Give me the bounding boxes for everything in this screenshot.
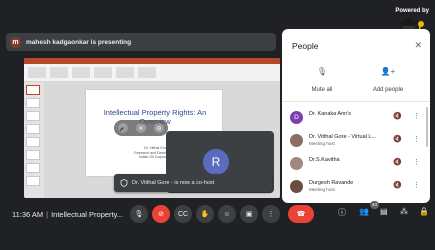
more-options-icon[interactable]: ⊖ (154, 123, 164, 133)
more-options-icon[interactable]: ⋮ (262, 205, 280, 223)
tile-controls: 🎤 ✕ ⊖ (114, 120, 168, 136)
divider (282, 101, 430, 102)
slide-thumbnail (26, 176, 40, 186)
leave-call-button[interactable]: ☎ (288, 205, 314, 223)
ribbon-group (50, 67, 68, 78)
slide-thumbnail (26, 137, 40, 147)
presenting-text: mahesh kadgaonkar is presenting (26, 38, 132, 46)
ribbon-group (138, 67, 156, 78)
participant-row[interactable]: Durgesh Ravande Meeting host 🔇 ⋮ (282, 176, 430, 199)
participant-avatar: D (290, 111, 303, 124)
shield-icon (120, 179, 128, 187)
slide-thumbnail (26, 98, 40, 108)
chat-icon[interactable]: ▤ (380, 207, 388, 216)
meeting-name[interactable]: Intellectual Property... (51, 210, 123, 219)
slide-thumbnail (26, 111, 40, 121)
participant-role: Meeting host (309, 141, 335, 146)
mic-off-icon[interactable]: 🎤 (118, 123, 128, 133)
more-vert-icon[interactable]: ⋮ (413, 181, 420, 189)
participant-avatar (290, 180, 303, 193)
more-vert-icon[interactable]: ⋮ (413, 112, 420, 120)
close-icon[interactable]: ✕ (414, 40, 422, 51)
meeting-info: 11:36 AM | Intellectual Property... (12, 210, 123, 219)
raise-hand-icon[interactable]: ✋ (196, 205, 214, 223)
mute-all-label: Mute all (311, 87, 333, 93)
more-vert-icon[interactable]: ⋮ (413, 135, 420, 143)
cohost-toast: Dr. Vitthal Gore - is now a co-host (114, 174, 272, 192)
host-controls-icon[interactable]: 🔒 (419, 207, 429, 216)
slide-thumbnail (26, 150, 40, 160)
people-icon[interactable]: 👥 (359, 207, 369, 216)
separator: | (46, 210, 49, 219)
mic-off-icon[interactable]: 🔇 (393, 112, 402, 120)
meet-window: m mahesh kadgaonkar is presenting Powere… (0, 0, 435, 250)
mic-icon[interactable]: 🎙 (130, 205, 148, 223)
panel-title: People (292, 41, 319, 51)
bottom-control-bar: 11:36 AM | Intellectual Property... 🎙 ⊘ CC… (0, 201, 435, 229)
people-panel: People ✕ 🎙 Mute all 👤+ Add people D Dr. … (282, 29, 430, 203)
slide-thumbnails (24, 82, 44, 198)
more-vert-icon[interactable]: ⋮ (413, 158, 420, 166)
participant-name: Durgesh Ravande (309, 180, 354, 186)
info-icon[interactable]: ⓘ (338, 207, 346, 218)
participant-name: Dr.S.Kavitha (309, 157, 340, 163)
participant-list: D Dr. Kanaka Ann's 🔇 ⋮ Dr. Vitthal Gore … (282, 107, 430, 199)
emoji-icon[interactable]: ☺ (218, 205, 236, 223)
slide-thumbnail (26, 163, 40, 173)
ribbon-group (28, 67, 46, 78)
slide-thumbnail (26, 85, 40, 95)
add-people-button[interactable]: 👤+ Add people (358, 67, 418, 96)
ribbon-group (94, 67, 112, 78)
activities-icon[interactable]: ⁂ (400, 207, 408, 216)
mute-all-button[interactable]: 🎙 Mute all (292, 67, 352, 96)
participant-role: Meeting host (309, 187, 335, 192)
present-screen-icon[interactable]: ▣ (240, 205, 258, 223)
participant-name: Dr. Vitthal Gore - Virtual L... (309, 134, 377, 140)
panel-actions: 🎙 Mute all 👤+ Add people (282, 67, 430, 95)
participant-name: Dr. Kanaka Ann's (309, 111, 352, 117)
panel-scrollbar[interactable] (426, 107, 428, 147)
slide-thumbnail (26, 124, 40, 134)
participant-row[interactable]: D Dr. Kanaka Ann's 🔇 ⋮ (282, 107, 430, 130)
ppt-ribbon (24, 64, 280, 82)
captions-icon[interactable]: CC (174, 205, 192, 223)
participant-avatar (290, 157, 303, 170)
meeting-time: 11:36 AM (12, 210, 44, 219)
mic-off-icon[interactable]: 🔇 (393, 135, 402, 143)
add-people-label: Add people (372, 87, 404, 93)
toast-text: Dr. Vitthal Gore - is now a co-host (132, 180, 215, 186)
add-person-icon: 👤+ (380, 67, 396, 76)
mic-off-icon[interactable]: 🔇 (393, 158, 402, 166)
presenter-avatar: m (10, 36, 21, 48)
ribbon-group (72, 67, 90, 78)
mic-off-icon[interactable]: 🔇 (393, 181, 402, 189)
mic-off-icon: 🎙 (316, 67, 328, 76)
pin-icon[interactable]: ✕ (136, 123, 146, 133)
participant-row[interactable]: Dr. Vitthal Gore - Virtual L... Meeting … (282, 130, 430, 153)
participant-row[interactable]: Dr.S.Kavitha 🔇 ⋮ (282, 153, 430, 176)
ribbon-group (116, 67, 134, 78)
self-avatar: R (203, 149, 229, 175)
participant-avatar (290, 134, 303, 147)
participant-count-badge: 44 (370, 201, 380, 209)
camera-off-icon[interactable]: ⊘ (152, 205, 170, 223)
presenting-banner: m mahesh kadgaonkar is presenting (6, 33, 276, 51)
